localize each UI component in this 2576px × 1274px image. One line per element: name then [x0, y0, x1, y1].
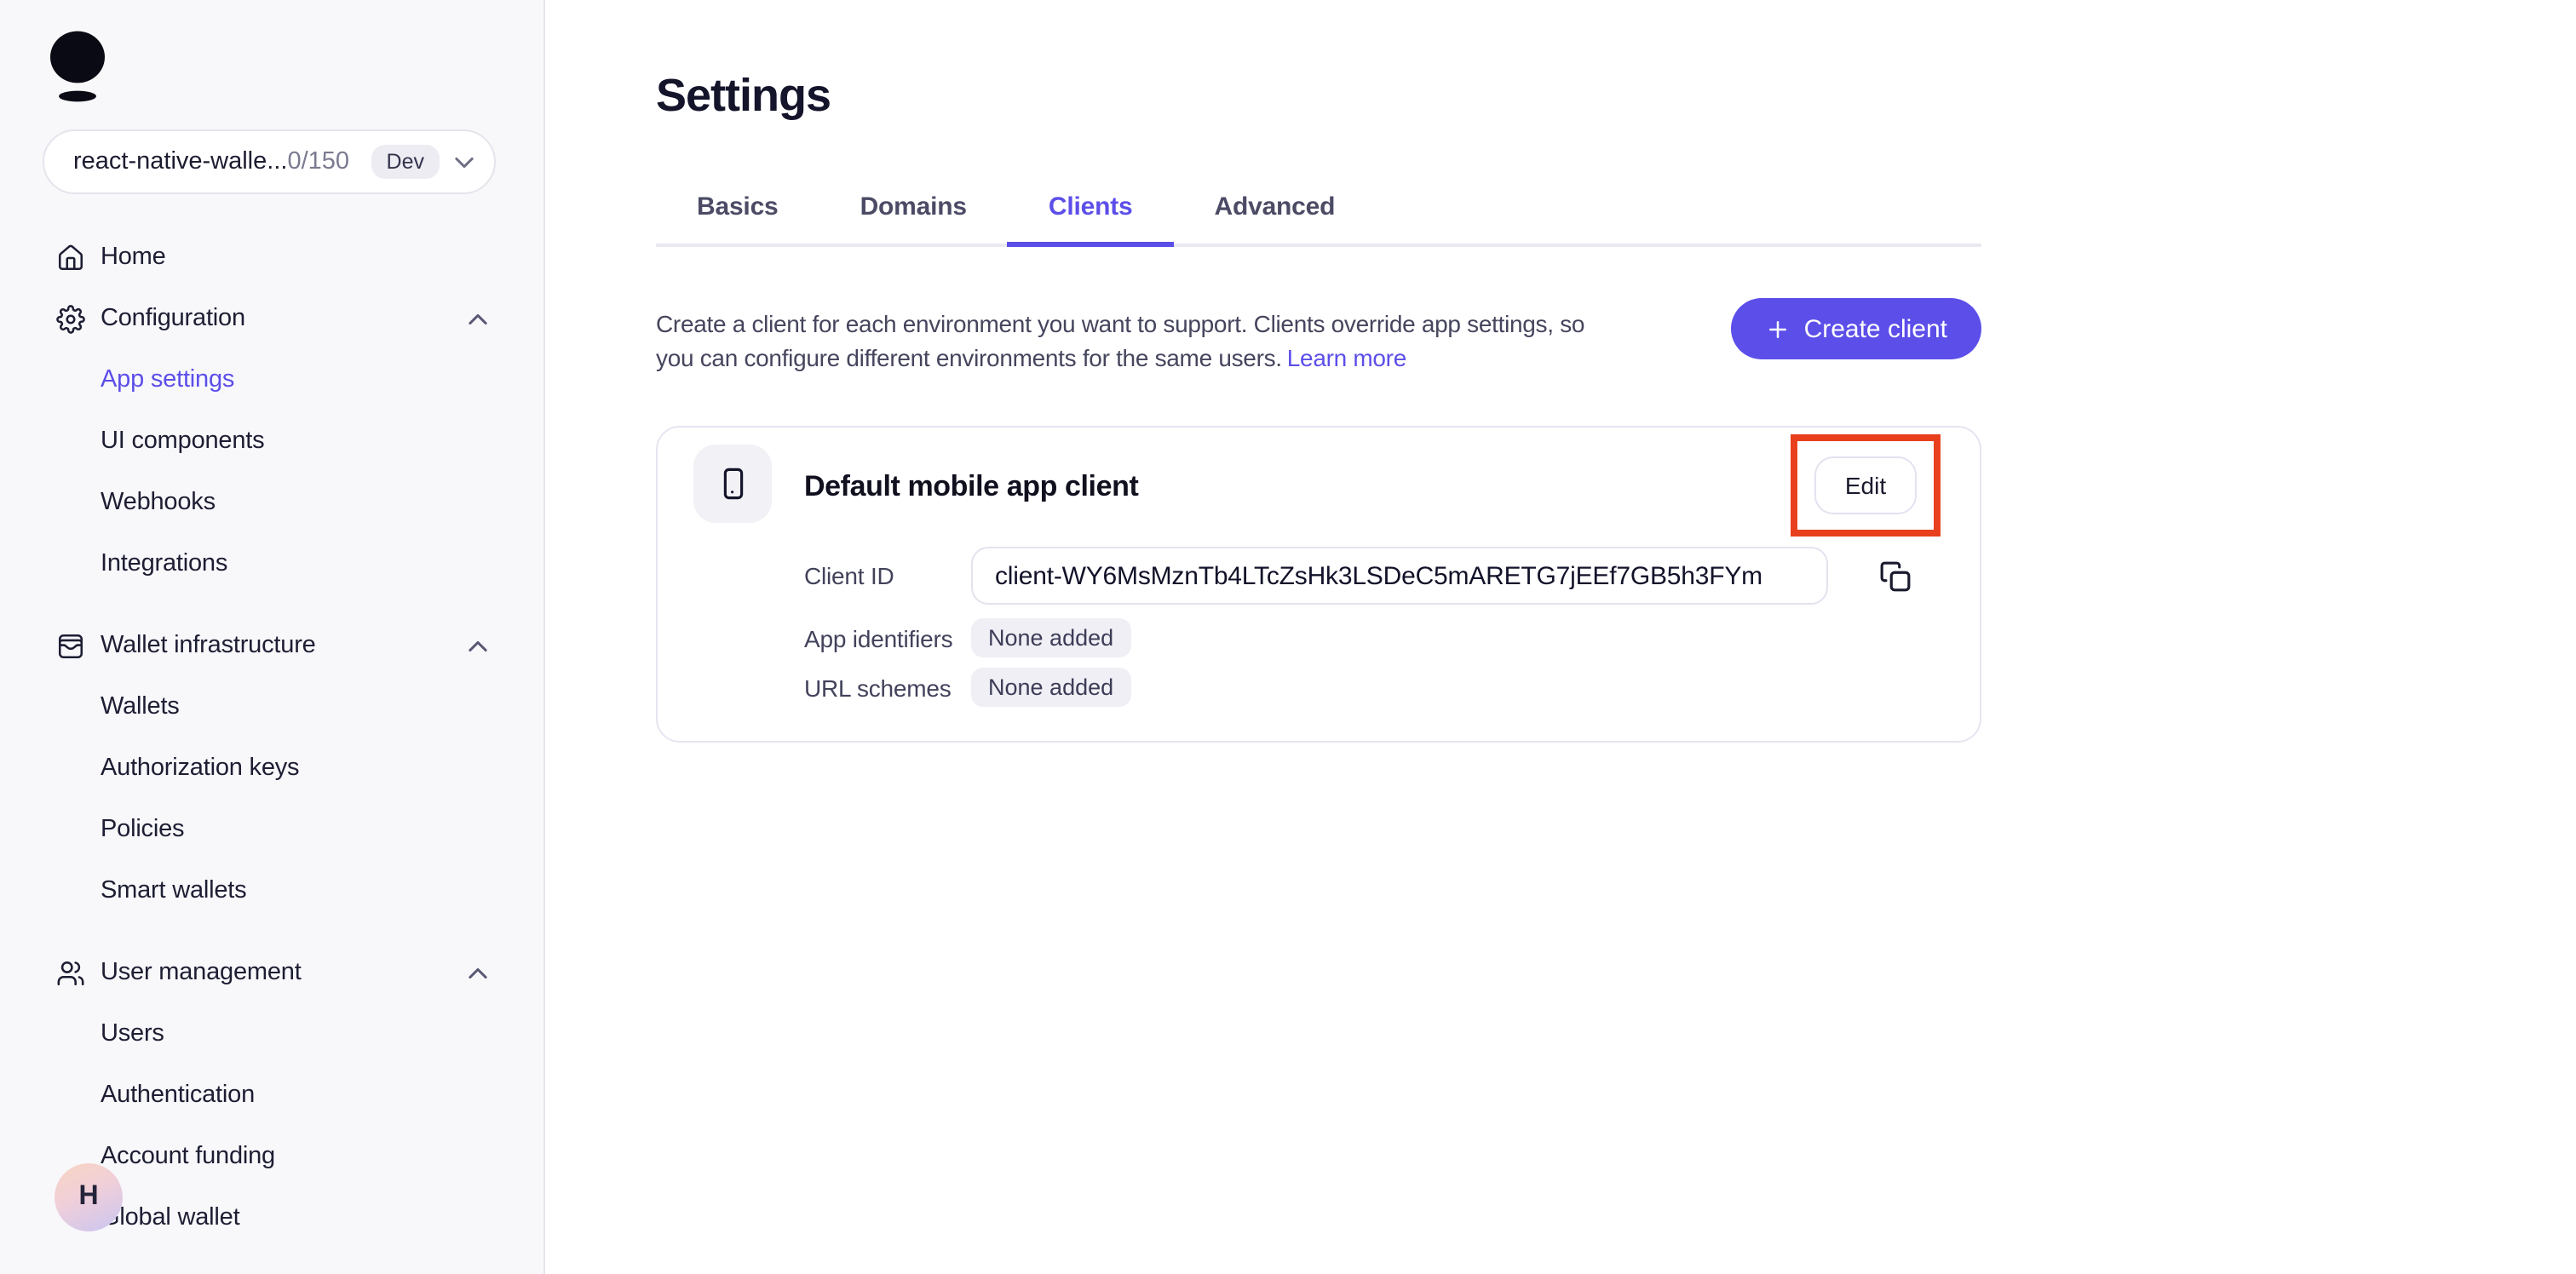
project-name: react-native-walle... [73, 148, 288, 175]
url-schemes-row: URL schemes None added [804, 668, 1980, 707]
sidebar-item-wallet-infrastructure[interactable]: Wallet infrastructure [0, 620, 543, 671]
copy-button[interactable] [1879, 560, 1912, 592]
sidebar-item-label: Configuration [101, 305, 245, 332]
sidebar-item-label: User management [101, 959, 302, 986]
create-client-button[interactable]: Create client [1730, 298, 1981, 359]
users-icon [56, 958, 85, 987]
tab-advanced[interactable]: Advanced [1174, 175, 1377, 247]
edit-button[interactable]: Edit [1814, 456, 1917, 514]
tab-domains[interactable]: Domains [819, 175, 1008, 247]
sidebar-item-home[interactable]: Home [0, 232, 543, 283]
sidebar-item-authentication[interactable]: Authentication [0, 1070, 543, 1121]
sidebar-item-configuration[interactable]: Configuration [0, 293, 543, 344]
project-selector[interactable]: react-native-walle... 0/150 Dev [43, 129, 496, 194]
sidebar-nav: Home Configuration App settings UI componen… [0, 232, 543, 1243]
description-line-2: you can configure different environments… [656, 343, 1282, 370]
sidebar-item-integrations[interactable]: Integrations [0, 538, 543, 589]
sidebar-item-authorization-keys[interactable]: Authorization keys [0, 743, 543, 794]
client-card: Default mobile app client Edit Client ID [656, 426, 1981, 743]
sidebar-item-label: Authentication [101, 1082, 255, 1109]
chevron-up-icon[interactable] [469, 967, 487, 978]
client-id-label: Client ID [804, 562, 894, 589]
gear-icon [56, 304, 85, 333]
sidebar-item-webhooks[interactable]: Webhooks [0, 477, 543, 528]
url-schemes-badge: None added [971, 668, 1131, 707]
sidebar-item-app-settings[interactable]: App settings [0, 354, 543, 405]
app-identifiers-row: App identifiers None added [804, 618, 1980, 657]
tab-basics[interactable]: Basics [656, 175, 819, 247]
url-schemes-label: URL schemes [804, 674, 952, 701]
sidebar: react-native-walle... 0/150 Dev Home Confi… [0, 0, 545, 1274]
client-id-input[interactable] [971, 547, 1828, 605]
app-window: react-native-walle... 0/150 Dev Home Confi… [0, 0, 2576, 1274]
sidebar-item-label: Account funding [101, 1143, 275, 1170]
annotation-highlight-box: Edit [1791, 434, 1941, 537]
sidebar-item-ui-components[interactable]: UI components [0, 416, 543, 467]
main-area: Settings Basics Domains Clients Advanced Cr… [545, 0, 2576, 1274]
sidebar-item-users[interactable]: Users [0, 1008, 543, 1059]
home-icon [56, 243, 85, 272]
sidebar-item-label: Webhooks [101, 489, 216, 516]
settings-content: Settings Basics Domains Clients Advanced Cr… [656, 68, 1981, 743]
sidebar-item-label: Authorization keys [101, 755, 300, 782]
learn-more-link[interactable]: Learn more [1287, 343, 1406, 370]
sidebar-item-label: Global wallet [101, 1204, 240, 1231]
smartphone-icon [693, 445, 772, 523]
app-identifiers-badge: None added [971, 618, 1131, 657]
sidebar-item-label: Smart wallets [101, 877, 247, 904]
sidebar-item-label: Integrations [101, 550, 228, 577]
project-usage: 0/150 [287, 148, 350, 175]
chevron-up-icon[interactable] [469, 640, 487, 651]
description-line-1: Create a client for each environment you… [656, 310, 1585, 337]
tab-clients[interactable]: Clients [1007, 175, 1174, 247]
chevron-down-icon [455, 156, 474, 168]
sidebar-item-policies[interactable]: Policies [0, 804, 543, 855]
copy-icon [1879, 560, 1912, 592]
sidebar-item-user-management[interactable]: User management [0, 947, 543, 998]
create-client-label: Create client [1803, 314, 1947, 343]
sidebar-item-label: Users [101, 1020, 164, 1047]
app-identifiers-label: App identifiers [804, 624, 953, 651]
sidebar-item-label: Wallets [101, 693, 180, 720]
user-avatar[interactable]: H [55, 1163, 123, 1231]
sidebar-item-label: UI components [101, 428, 265, 455]
client-card-title: Default mobile app client [804, 470, 1139, 502]
clients-description: Create a client for each environment you… [656, 308, 1746, 375]
tabs: Basics Domains Clients Advanced [656, 175, 1981, 247]
chevron-up-icon[interactable] [469, 313, 487, 324]
sidebar-item-label: App settings [101, 366, 235, 393]
env-badge: Dev [371, 145, 440, 179]
wallet-icon [56, 631, 85, 660]
sidebar-item-label: Home [101, 244, 166, 271]
page-title: Settings [656, 70, 831, 121]
client-id-row: Client ID [804, 547, 1980, 605]
client-fields: Client ID App identifiers [804, 547, 1980, 707]
sidebar-item-wallets[interactable]: Wallets [0, 681, 543, 732]
sidebar-item-smart-wallets[interactable]: Smart wallets [0, 865, 543, 916]
client-card-head: Default mobile app client [658, 428, 1980, 523]
sidebar-item-label: Policies [101, 816, 185, 843]
plus-icon [1765, 316, 1791, 341]
clients-intro: Create a client for each environment you… [656, 298, 1981, 375]
privy-logo [49, 31, 107, 106]
sidebar-item-label: Wallet infrastructure [101, 632, 316, 659]
